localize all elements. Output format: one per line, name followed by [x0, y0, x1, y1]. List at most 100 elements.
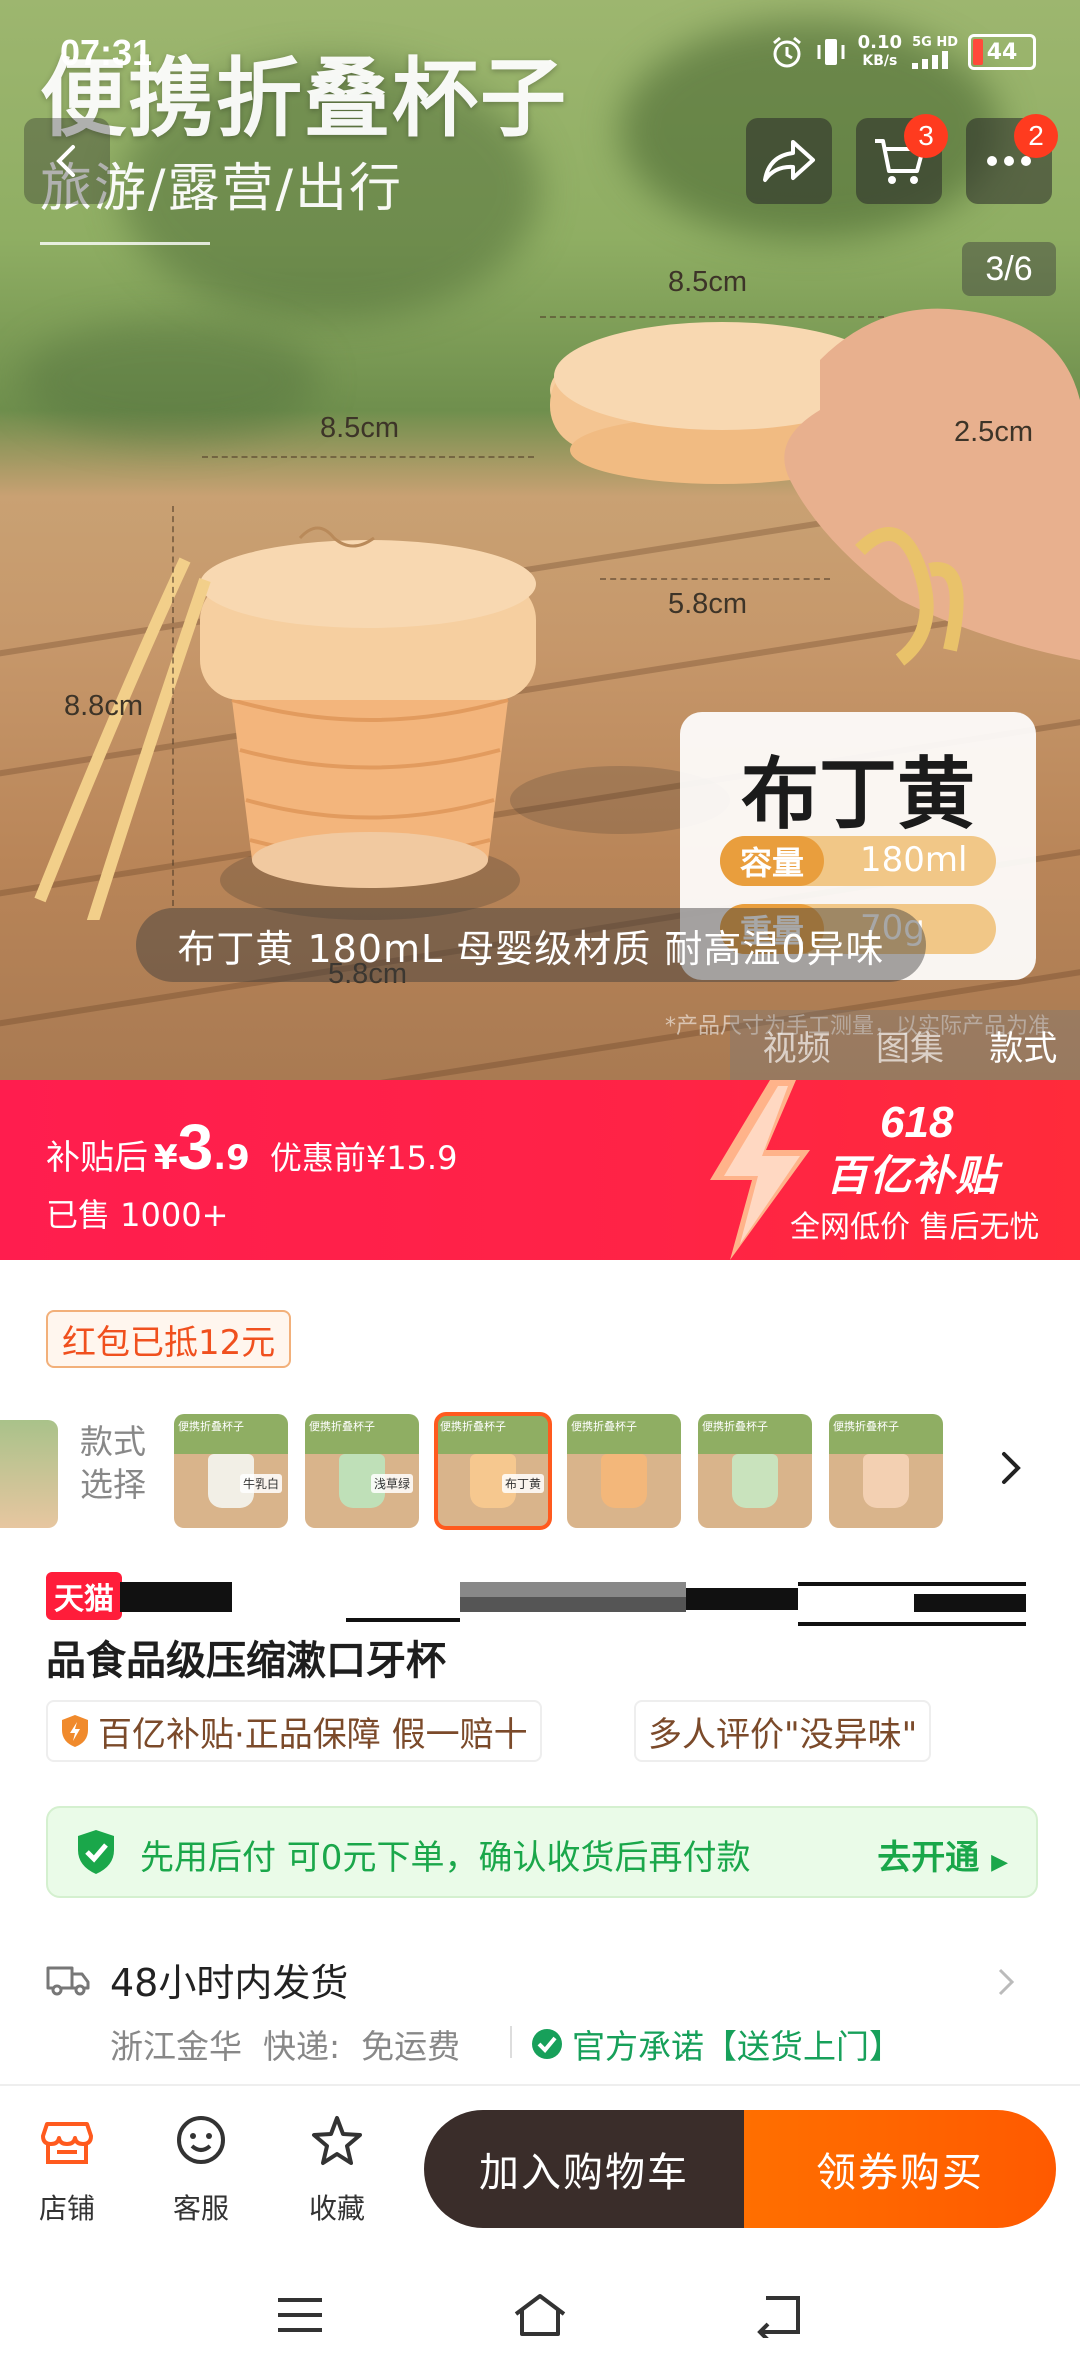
- divider: [40, 242, 210, 245]
- service-label: 客服: [172, 2192, 229, 2225]
- pay-later-text: 先用后付 可0元下单，确认收货后再付款: [140, 1838, 751, 1878]
- chevron-left-icon: [56, 145, 75, 177]
- price-label: 补贴后: [46, 1138, 148, 1178]
- variant-thumb[interactable]: 便携折叠杯子: [829, 1414, 943, 1528]
- event-slogan: 全网低价 售后无忧: [790, 1210, 1040, 1245]
- menu-icon[interactable]: [272, 2292, 328, 2338]
- status-bar: 07:31 0.10 KB/s 5G HD 44: [0, 0, 1080, 100]
- variant-thumb-title: 便携折叠杯子: [702, 1420, 768, 1433]
- store-label: 店铺: [38, 2192, 95, 2225]
- back-button[interactable]: [24, 118, 110, 204]
- redacted-title: [346, 1582, 460, 1622]
- redacted-title: [914, 1594, 1026, 1612]
- event-label: 618: [880, 1098, 954, 1147]
- page-indicator: 3/6: [962, 242, 1056, 296]
- review-tag[interactable]: 多人评价"没异味": [634, 1700, 932, 1762]
- variant-selector: 款式 选择 便携折叠杯子 牛乳白 便携折叠杯子 浅草绿 便携折叠杯子 布丁黄 便携折叠杯子便…: [0, 1408, 1080, 1534]
- lightning-shield-icon: [62, 1715, 88, 1747]
- currency-symbol: ¥: [154, 1138, 178, 1178]
- tab-gallery[interactable]: 图集: [876, 1021, 944, 1070]
- shipping-origin: 浙江金华: [110, 2027, 242, 2066]
- status-time: 07:31: [60, 32, 153, 73]
- price-integer: 3: [177, 1111, 214, 1183]
- dim-label: 5.8cm: [668, 588, 747, 620]
- more-button[interactable]: 2: [966, 114, 1058, 204]
- red-packet-badge[interactable]: 红包已抵12元: [46, 1310, 292, 1368]
- home-icon[interactable]: [512, 2292, 568, 2338]
- share-button[interactable]: [746, 118, 832, 204]
- dim-label: 8.8cm: [64, 690, 143, 722]
- courier-value: 免运费: [361, 2027, 461, 2066]
- media-tabs: 视频 图集 款式: [730, 1010, 1080, 1080]
- cta-label: 去开通: [877, 1838, 980, 1878]
- variant-thumb-cup: [732, 1454, 778, 1508]
- spec-value: 180ml: [860, 840, 968, 880]
- product-title: 品食品级压缩漱口牙杯: [46, 1638, 446, 1684]
- product-title-row: 天猫: [46, 1572, 122, 1620]
- variant-thumb[interactable]: 便携折叠杯子: [567, 1414, 681, 1528]
- event-name: 百亿补贴: [826, 1151, 999, 1200]
- variant-thumb[interactable]: 便携折叠杯子 布丁黄: [434, 1412, 552, 1530]
- cart-badge: 3: [904, 114, 948, 158]
- image-caption: 布丁黄 180mL 母婴级材质 耐高温0异味: [136, 908, 926, 982]
- vibrate-icon: [817, 39, 845, 65]
- cart-button[interactable]: 3: [856, 114, 948, 204]
- dim-label: 8.5cm: [668, 266, 747, 298]
- shipping-promise: 官方承诺【送货上门】: [530, 2020, 902, 2068]
- dim-label: 2.5cm: [954, 416, 1033, 448]
- dim-label: 8.5cm: [320, 412, 399, 444]
- courier-label: 快递:: [262, 2027, 341, 2066]
- shipping-meta: 浙江金华 快递: 免运费: [110, 2020, 460, 2068]
- redacted-title: [460, 1582, 686, 1612]
- truck-icon: [46, 1966, 90, 1996]
- check-circle-icon: [532, 2029, 562, 2059]
- tab-video[interactable]: 视频: [763, 1021, 831, 1070]
- variant-thumb-cup: [601, 1454, 647, 1508]
- customer-service-button[interactable]: 客服: [156, 2114, 246, 2227]
- variant-thumb-title: 便携折叠杯子: [440, 1420, 506, 1433]
- back-nav-icon[interactable]: [752, 2292, 808, 2338]
- tag-text: 百亿补贴·正品保障 假一赔十: [98, 1714, 528, 1755]
- variant-thumb-caption: 浅草绿: [370, 1474, 413, 1493]
- product-image-carousel[interactable]: 8.5cm 8.5cm 2.5cm 5.8cm 8.8cm 5.8cm 便携折叠…: [0, 0, 1080, 1080]
- chevron-right-icon[interactable]: [996, 1448, 1026, 1488]
- pay-later-banner[interactable]: 先用后付 可0元下单，确认收货后再付款 去开通 ▶: [46, 1806, 1038, 1898]
- variant-thumb[interactable]: 便携折叠杯子 浅草绿: [305, 1414, 419, 1528]
- variant-label: 款式 选择: [80, 1420, 146, 1506]
- price-banner: 补贴后 ¥ 3 .9 优惠前¥15.9 已售 1000+ 618 百亿补贴 全网…: [0, 1080, 1080, 1260]
- store-button[interactable]: 店铺: [22, 2114, 112, 2227]
- variant-label-line: 选择: [80, 1465, 146, 1504]
- variant-thumb-caption: 牛乳白: [239, 1474, 282, 1493]
- add-to-cart-button[interactable]: 加入购物车: [424, 2110, 744, 2228]
- store-tag: 天猫: [46, 1572, 122, 1620]
- favorite-label: 收藏: [308, 2192, 365, 2225]
- battery-icon: 44: [968, 34, 1036, 70]
- play-icon: ▶: [991, 1850, 1008, 1875]
- store-icon: [41, 2122, 93, 2164]
- chat-face-icon: [177, 2116, 225, 2164]
- variant-label-line: 款式: [80, 1422, 146, 1461]
- share-icon: [763, 140, 815, 182]
- variant-thumb-partial[interactable]: [0, 1420, 58, 1528]
- redacted-title: [686, 1588, 798, 1610]
- chevron-right-icon[interactable]: [994, 1964, 1018, 2000]
- variant-thumb-title: 便携折叠杯子: [833, 1420, 899, 1433]
- variant-thumb-title: 便携折叠杯子: [178, 1420, 244, 1433]
- subsidy-guarantee-tag[interactable]: 百亿补贴·正品保障 假一赔十: [46, 1700, 542, 1762]
- pay-later-activate[interactable]: 去开通 ▶: [877, 1830, 1008, 1879]
- color-name: 布丁黄: [740, 750, 975, 840]
- sold-count: 已售 1000+: [46, 1196, 229, 1234]
- tab-styles[interactable]: 款式: [989, 1021, 1057, 1070]
- variant-thumb-title: 便携折叠杯子: [571, 1420, 637, 1433]
- net-speed: 0.10: [857, 32, 903, 53]
- star-icon: [312, 2116, 362, 2165]
- buy-with-coupon-button[interactable]: 领券购买: [744, 2110, 1056, 2228]
- spec-label: 容量: [720, 836, 824, 886]
- variant-thumb-cup: [863, 1454, 909, 1508]
- variant-thumb[interactable]: 便携折叠杯子牛乳白: [174, 1414, 288, 1528]
- variant-thumb[interactable]: 便携折叠杯子: [698, 1414, 812, 1528]
- favorite-button[interactable]: 收藏: [292, 2114, 382, 2227]
- system-nav-bar: [0, 2254, 1080, 2376]
- spec-capacity: 容量 180ml: [720, 836, 996, 886]
- message-badge: 2: [1014, 114, 1058, 158]
